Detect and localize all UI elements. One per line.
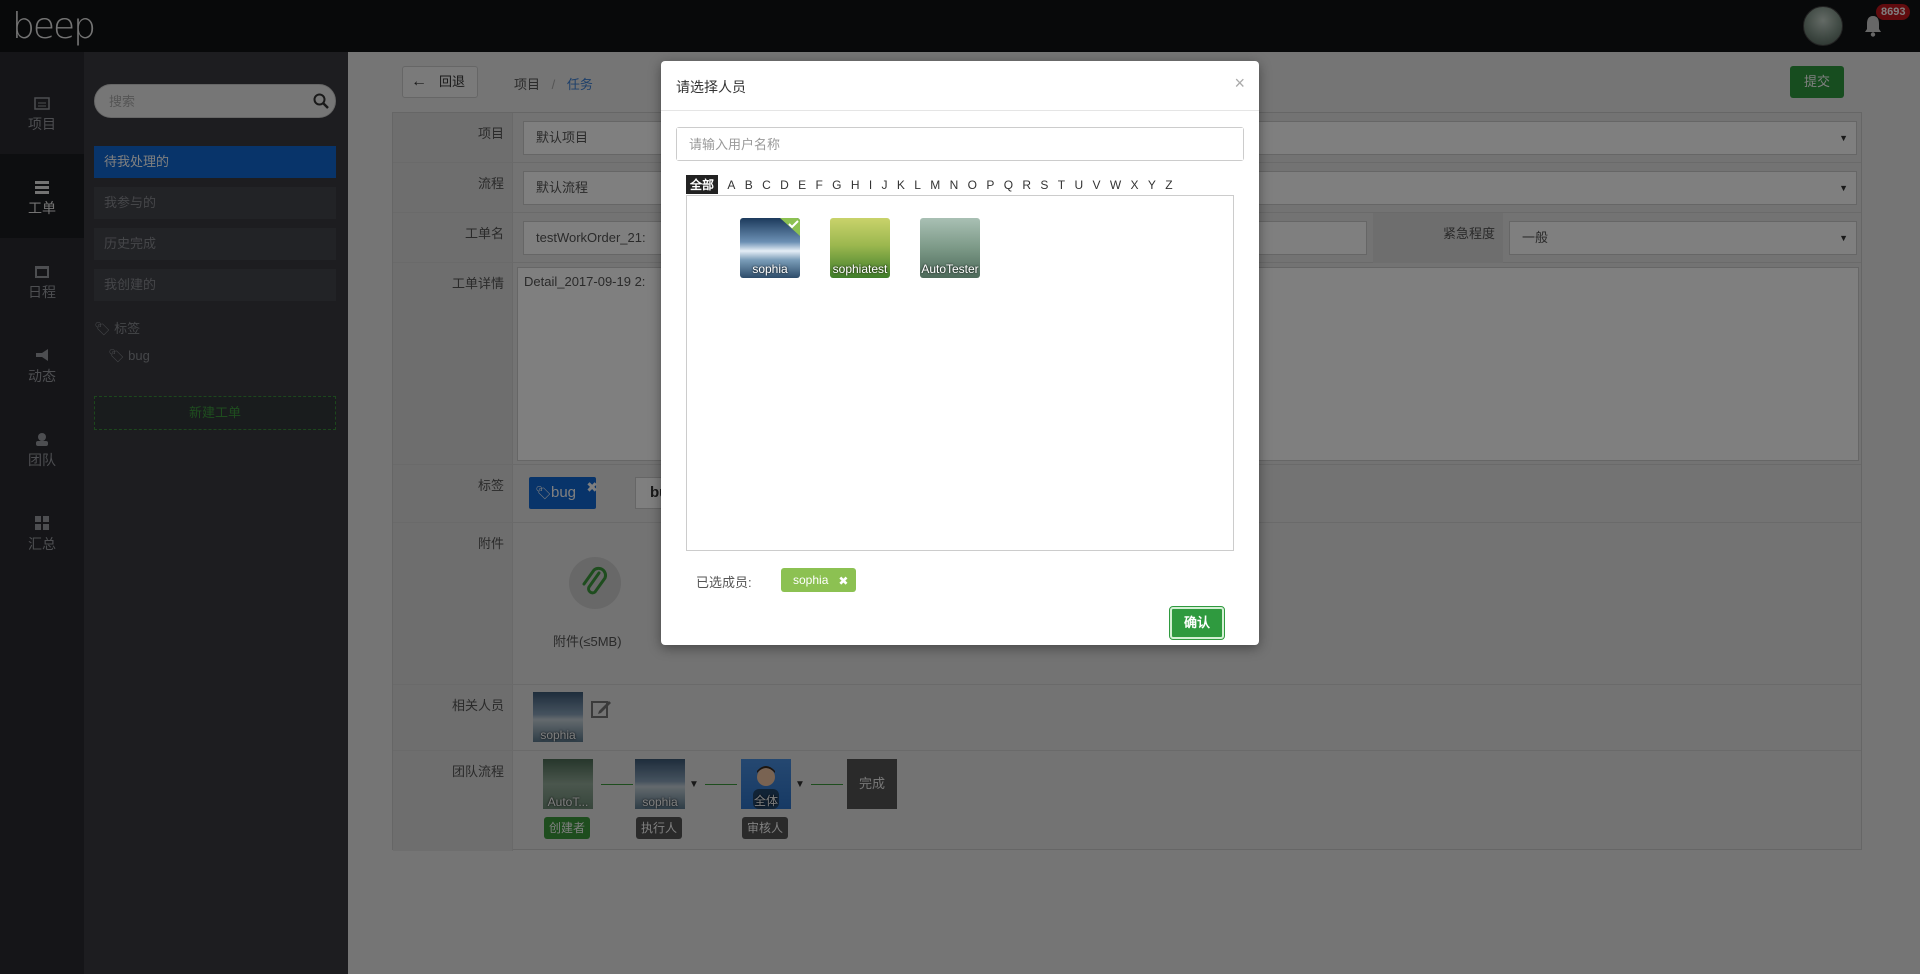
letter-filter-item[interactable]: R <box>1022 178 1031 192</box>
select-user-modal: 请选择人员 × 全部 A B C D E F G H I J K L M N O… <box>661 61 1259 645</box>
letter-filter-item[interactable]: S <box>1040 178 1048 192</box>
close-icon[interactable]: × <box>1234 73 1245 94</box>
letter-filter-item[interactable]: Z <box>1165 178 1172 192</box>
letter-filter-item[interactable]: Q <box>1004 178 1013 192</box>
selected-members-label: 已选成员: <box>696 575 752 590</box>
letter-filter-item[interactable]: B <box>745 178 753 192</box>
letter-filter-item[interactable]: M <box>930 178 940 192</box>
letter-filter-item[interactable]: C <box>762 178 771 192</box>
letter-filter-item[interactable]: T <box>1058 178 1065 192</box>
letter-filter-item[interactable]: G <box>832 178 841 192</box>
selected-member-chip: sophia ✖ <box>781 568 857 593</box>
letter-filter-item[interactable]: O <box>968 178 977 192</box>
letter-filter-item[interactable]: V <box>1092 178 1100 192</box>
modal-title: 请选择人员 <box>676 79 746 95</box>
letter-filter-item[interactable]: A <box>727 178 735 192</box>
user-grid: sophia sophiatest AutoTester <box>686 195 1234 551</box>
remove-member-icon[interactable]: ✖ <box>838 569 848 593</box>
user-search <box>676 127 1244 161</box>
modal-header: 请选择人员 × <box>661 61 1259 111</box>
confirm-button[interactable]: 确认 <box>1169 606 1225 640</box>
letter-filter: 全部 A B C D E F G H I J K L M N O P Q R S… <box>686 175 1179 194</box>
letter-filter-item[interactable]: F <box>815 178 822 192</box>
user-search-input[interactable] <box>677 128 1243 160</box>
user-card-name: sophia <box>752 262 788 276</box>
user-card-sophiatest[interactable]: sophiatest <box>830 218 890 278</box>
letter-filter-item[interactable]: L <box>914 178 921 192</box>
letter-filter-item[interactable]: U <box>1074 178 1083 192</box>
user-card-autotester[interactable]: AutoTester <box>920 218 980 278</box>
letter-filter-item[interactable]: W <box>1110 178 1121 192</box>
letter-filter-item[interactable]: H <box>851 178 860 192</box>
user-card-sophia[interactable]: sophia <box>740 218 800 278</box>
letter-filter-item[interactable]: P <box>986 178 994 192</box>
user-card-name: AutoTester <box>921 262 979 276</box>
letter-filter-item[interactable]: D <box>780 178 789 192</box>
letter-filter-item[interactable]: I <box>869 178 872 192</box>
user-card-name: sophiatest <box>832 262 888 276</box>
letter-filter-item[interactable]: X <box>1130 178 1138 192</box>
selected-member-name: sophia <box>793 573 829 587</box>
letter-filter-item[interactable]: J <box>882 178 888 192</box>
checkmark-icon <box>780 218 800 236</box>
letter-filter-item[interactable]: Y <box>1148 178 1156 192</box>
letter-filter-all[interactable]: 全部 <box>686 175 719 194</box>
letter-filter-item[interactable]: N <box>950 178 959 192</box>
letter-filter-item[interactable]: E <box>798 178 806 192</box>
letter-filter-item[interactable]: K <box>897 178 905 192</box>
